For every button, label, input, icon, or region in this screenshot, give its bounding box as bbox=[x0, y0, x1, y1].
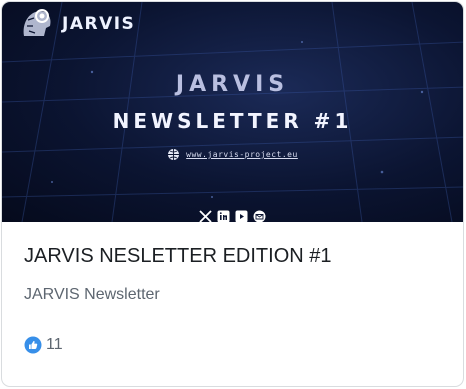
ai-face-icon bbox=[23, 9, 51, 36]
newsletter-name[interactable]: JARVIS Newsletter bbox=[24, 286, 160, 304]
banner-title-line2: NEWSLETTER #1 bbox=[112, 109, 353, 133]
email-icon bbox=[253, 210, 266, 222]
social-icons bbox=[2, 210, 463, 222]
article-title[interactable]: JARVIS NESLETTER EDITION #1 bbox=[24, 245, 332, 268]
jarvis-logo: JARVIS bbox=[18, 6, 135, 42]
reaction-count: 11 bbox=[46, 336, 63, 353]
url-text: www.jarvis-project.eu bbox=[186, 150, 298, 159]
x-icon bbox=[199, 210, 212, 222]
youtube-icon bbox=[235, 210, 248, 222]
reactions-count[interactable]: 11 bbox=[24, 336, 63, 354]
logo-text: JARVIS bbox=[62, 14, 136, 34]
like-icon bbox=[24, 336, 42, 354]
newsletter-banner[interactable]: JARVIS JARVIS NEWSLETTER #1 www.jarvis-p… bbox=[2, 2, 463, 222]
banner-url: www.jarvis-project.eu bbox=[2, 148, 463, 161]
banner-title-line1: JARVIS bbox=[175, 72, 290, 97]
linkedin-icon bbox=[217, 210, 230, 222]
article-card[interactable]: JARVIS JARVIS NEWSLETTER #1 www.jarvis-p… bbox=[1, 1, 464, 387]
globe-icon bbox=[168, 149, 180, 160]
